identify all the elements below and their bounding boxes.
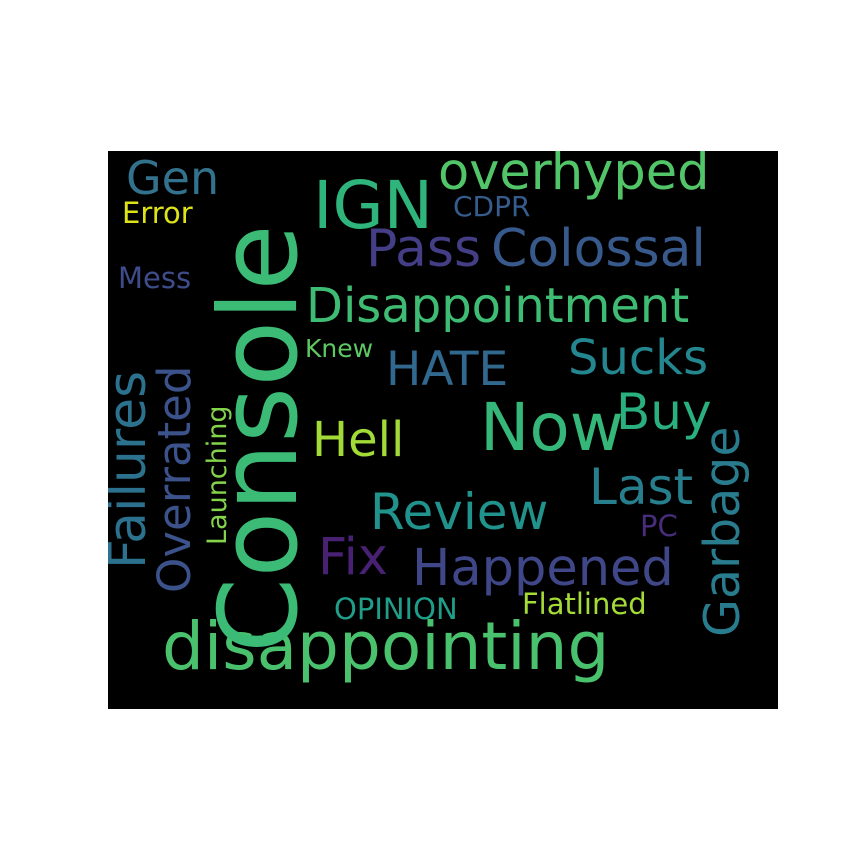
word-pc: PC <box>640 509 678 543</box>
word-now: Now <box>480 389 624 466</box>
word-hell: Hell <box>312 412 405 468</box>
word-launching: Launching <box>202 405 233 545</box>
word-colossal: Colossal <box>491 219 706 279</box>
word-cdpr: CDPR <box>453 190 531 223</box>
word-gen: Gen <box>126 151 220 205</box>
word-overrated: Overrated <box>148 365 201 593</box>
word-error: Error <box>122 196 193 230</box>
word-pass: Pass <box>366 219 482 279</box>
word-fix: Fix <box>318 528 388 587</box>
page: Gen Error IGN overhyped CDPR Pass Coloss… <box>0 0 864 864</box>
word-disappointment: Disappointment <box>306 278 690 334</box>
word-last: Last <box>589 458 694 516</box>
word-cloud-canvas: Gen Error IGN overhyped CDPR Pass Coloss… <box>108 151 778 709</box>
word-sucks: Sucks <box>568 330 709 386</box>
word-hate: HATE <box>386 342 509 397</box>
word-garbage: Garbage <box>694 426 751 637</box>
word-review: Review <box>370 483 549 541</box>
word-mess: Mess <box>118 261 192 295</box>
